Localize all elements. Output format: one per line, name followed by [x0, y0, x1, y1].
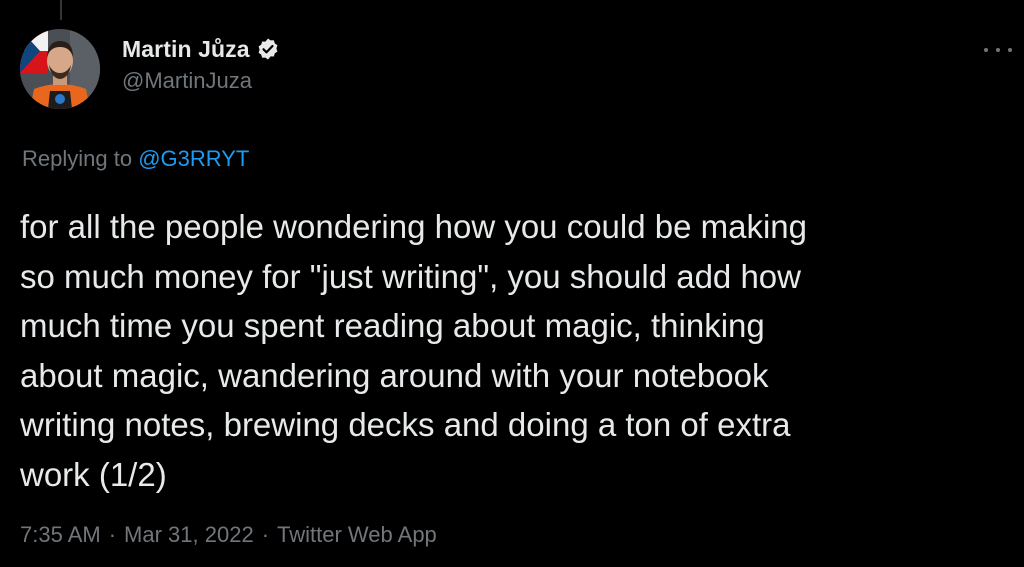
author-display-name[interactable]: Martin Jůza: [122, 36, 250, 63]
tweet-source-link[interactable]: Twitter Web App: [277, 522, 437, 547]
avatar[interactable]: [20, 29, 100, 109]
meta-separator: ·: [108, 522, 117, 547]
tweet-text-line: so much money for "just writing", you sh…: [20, 257, 801, 295]
profile-photo-icon: [20, 29, 100, 109]
author-block: Martin Jůza @MartinJuza: [122, 34, 280, 94]
tweet-text-line: about magic, wandering around with your …: [20, 356, 769, 394]
reply-context-prefix: Replying to: [22, 146, 133, 171]
more-horizontal-icon: [984, 48, 988, 52]
tweet-text-line: work (1/2): [20, 455, 167, 493]
more-horizontal-icon: [1008, 48, 1012, 52]
more-horizontal-icon: [996, 48, 1000, 52]
thread-connector-line: [60, 0, 62, 20]
author-name-row: Martin Jůza: [122, 34, 280, 64]
tweet-text-line: much time you spent reading about magic,…: [20, 307, 765, 344]
author-handle[interactable]: @MartinJuza: [122, 68, 280, 94]
more-options-button[interactable]: [984, 40, 1012, 60]
reply-mention-link[interactable]: @G3RRYT: [138, 146, 249, 171]
tweet-card: Martin Jůza @MartinJuza Replying to @G3R…: [0, 0, 1024, 567]
tweet-meta: 7:35 AM · Mar 31, 2022 · Twitter Web App: [20, 522, 437, 548]
tweet-time[interactable]: 7:35 AM: [20, 522, 101, 547]
tweet-date[interactable]: Mar 31, 2022: [124, 522, 254, 547]
tweet-text-line: for all the people wondering how you cou…: [20, 208, 808, 245]
tweet-body: for all the people wondering how you cou…: [20, 202, 1010, 499]
verified-badge-icon: [256, 37, 280, 61]
reply-context: Replying to @G3RRYT: [22, 146, 249, 172]
meta-separator: ·: [261, 522, 270, 547]
tweet-text-line: writing notes, brewing decks and doing a…: [20, 406, 791, 443]
